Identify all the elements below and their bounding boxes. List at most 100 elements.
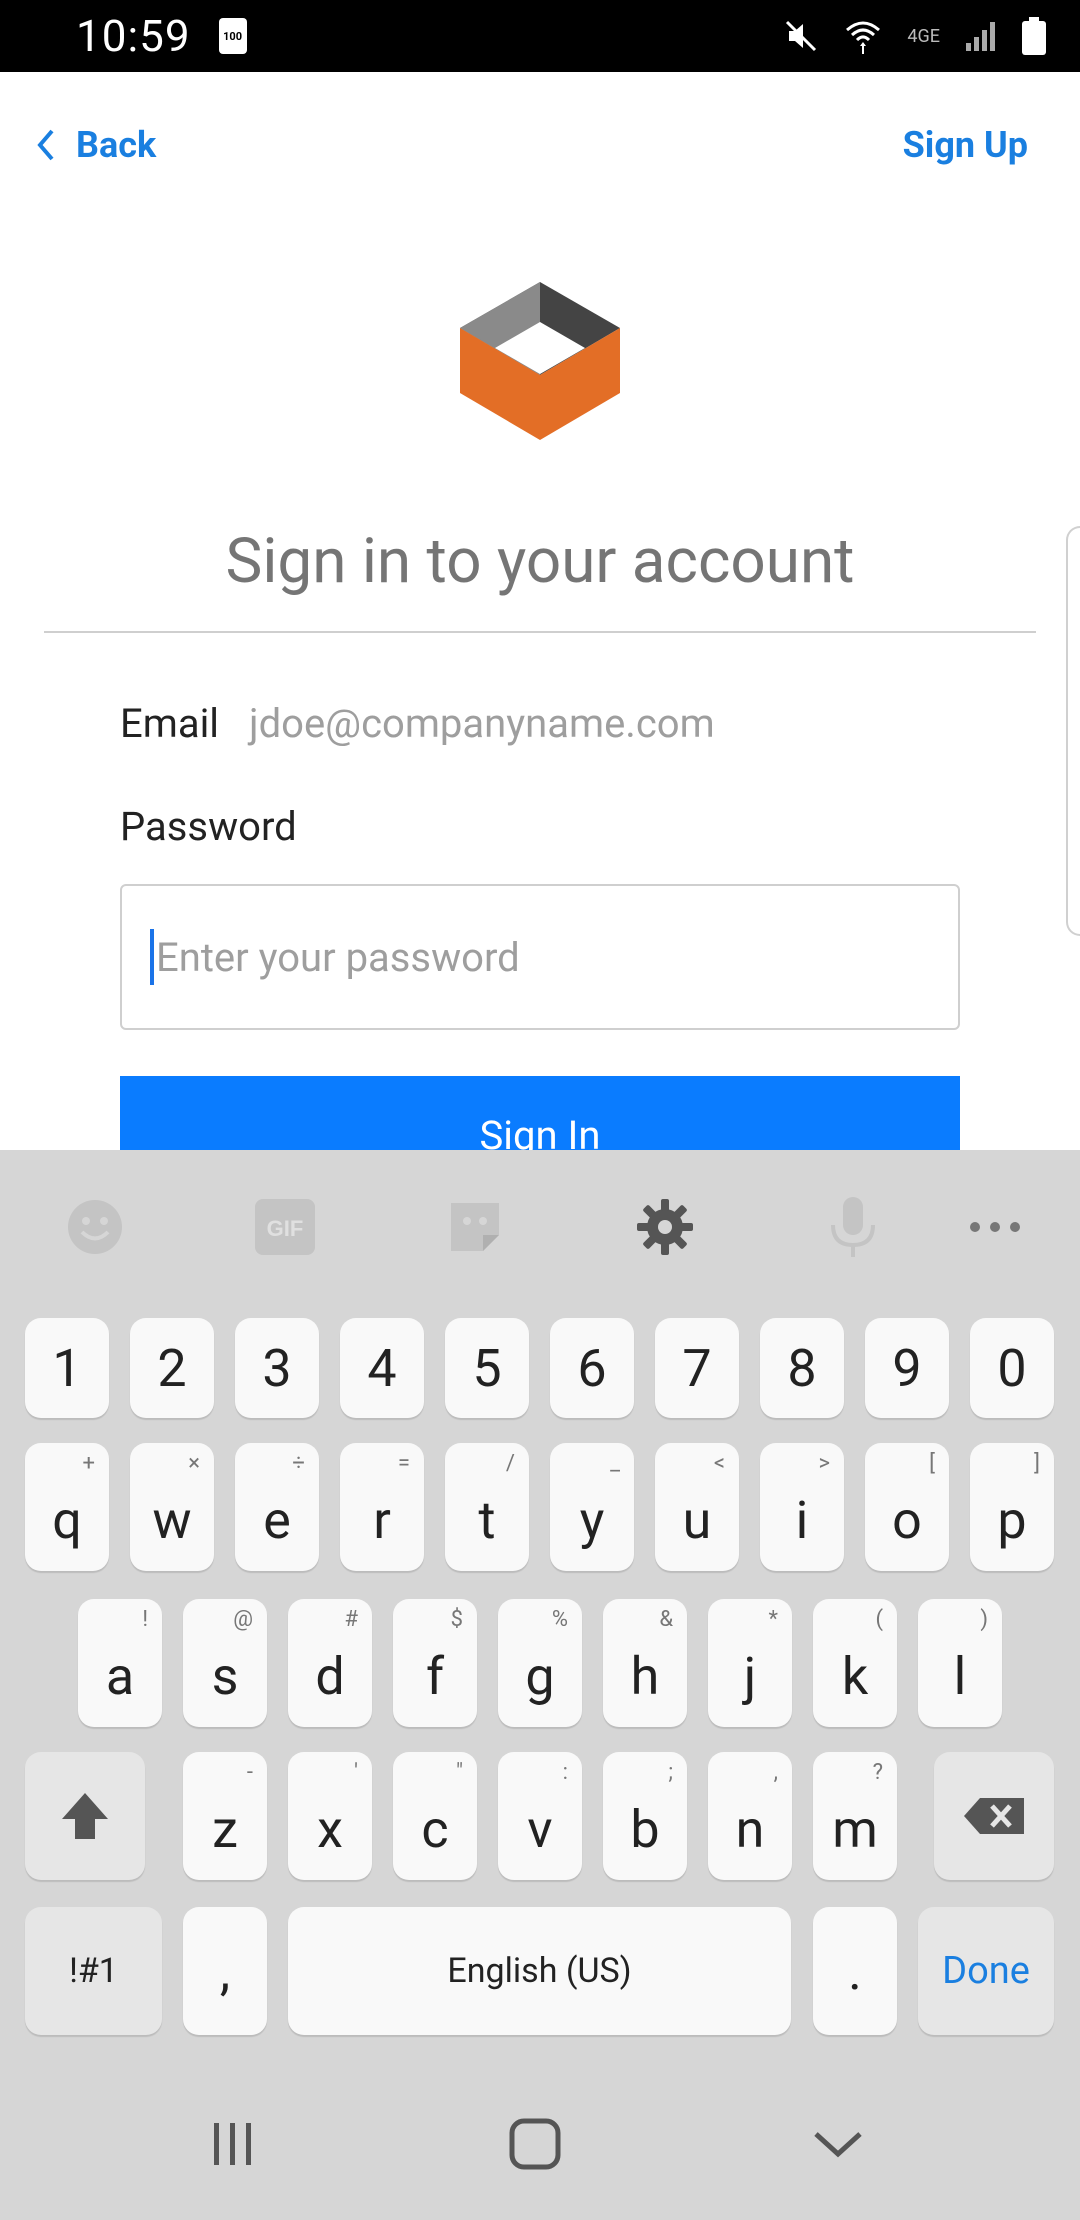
key-f[interactable]: f $	[393, 1599, 477, 1727]
key-5[interactable]: 5	[445, 1318, 529, 1418]
comma-key[interactable]: ,	[183, 1907, 267, 2035]
key-z[interactable]: z-	[183, 1752, 267, 1880]
sign-in-button[interactable]: Sign In	[120, 1076, 960, 1150]
key-v[interactable]: v:	[498, 1752, 582, 1880]
key-p[interactable]: p]	[970, 1443, 1054, 1571]
key-f-label: f	[425, 1646, 445, 1707]
key-s-alt-symbol: @	[233, 1607, 253, 1632]
key-o-alt-symbol: [	[929, 1451, 935, 1476]
key-j-alt-symbol: *	[768, 1607, 778, 1632]
period-key-label: .	[848, 1940, 862, 2002]
key-b[interactable]: b;	[603, 1752, 687, 1880]
key-r-label: r	[373, 1490, 391, 1551]
more-icon[interactable]	[960, 1192, 1030, 1262]
back-chevron-icon[interactable]	[803, 2114, 873, 2174]
key-9[interactable]: 9	[865, 1318, 949, 1418]
chevron-left-icon	[34, 127, 58, 163]
gear-icon[interactable]	[630, 1192, 700, 1262]
sign-up-link[interactable]: Sign Up	[903, 124, 1028, 166]
mute-icon	[783, 18, 819, 54]
key-u[interactable]: u <	[655, 1443, 739, 1571]
symbols-key[interactable]: !#1	[25, 1907, 162, 2035]
shift-key[interactable]	[25, 1752, 145, 1880]
status-bar: 10:59 100 4GE	[0, 0, 1080, 72]
space-key[interactable]: English (US)	[288, 1907, 791, 2035]
key-s-label: s	[211, 1646, 239, 1707]
key-m[interactable]: m?	[813, 1752, 897, 1880]
key-o[interactable]: o[	[865, 1443, 949, 1571]
key-q[interactable]: q +	[25, 1443, 109, 1571]
key-2-label: 2	[157, 1337, 187, 1399]
comma-key-label: ,	[219, 1940, 231, 2002]
password-input[interactable]: Enter your password	[120, 884, 960, 1030]
key-y-alt-symbol: _	[610, 1451, 620, 1476]
key-b-label: b	[630, 1799, 660, 1860]
key-d[interactable]: d #	[288, 1599, 372, 1727]
system-nav-bar	[0, 2070, 1080, 2220]
backspace-key[interactable]	[934, 1752, 1054, 1880]
key-6-label: 6	[577, 1337, 607, 1399]
key-u-alt-symbol: <	[713, 1451, 725, 1476]
password-label: Password	[120, 803, 297, 850]
mic-icon[interactable]	[818, 1192, 888, 1262]
key-t[interactable]: t /	[445, 1443, 529, 1571]
gif-icon[interactable]: GIF	[250, 1192, 320, 1262]
key-x[interactable]: x '	[288, 1752, 372, 1880]
key-i-alt-symbol: >	[818, 1451, 830, 1476]
home-icon[interactable]	[500, 2114, 570, 2174]
key-n[interactable]: n,	[708, 1752, 792, 1880]
key-c[interactable]: c "	[393, 1752, 477, 1880]
key-b-alt-symbol: ;	[668, 1760, 673, 1785]
text-cursor	[150, 929, 154, 985]
key-h-label: h	[630, 1646, 660, 1707]
sticker-icon[interactable]	[440, 1192, 510, 1262]
app-logo	[455, 280, 625, 440]
wifi-icon	[843, 16, 883, 56]
status-right: 4GE	[783, 16, 1046, 56]
key-1[interactable]: 1	[25, 1318, 109, 1418]
key-s[interactable]: s @	[183, 1599, 267, 1727]
key-g-label: g	[525, 1646, 555, 1707]
key-a[interactable]: a!	[78, 1599, 162, 1727]
edge-panel-handle[interactable]	[1066, 526, 1080, 936]
key-n-label: n	[735, 1799, 765, 1860]
key-8-label: 8	[787, 1337, 817, 1399]
shift-icon	[62, 1793, 108, 1839]
key-l[interactable]: l)	[918, 1599, 1002, 1727]
back-button[interactable]: Back	[34, 124, 156, 166]
key-i[interactable]: i >	[760, 1443, 844, 1571]
email-value[interactable]: jdoe@companyname.com	[249, 700, 715, 747]
key-n-alt-symbol: ,	[773, 1760, 778, 1785]
key-k-alt-symbol: (	[875, 1607, 883, 1632]
done-key[interactable]: Done	[918, 1907, 1054, 2035]
key-3[interactable]: 3	[235, 1318, 319, 1418]
key-x-label: x	[317, 1799, 343, 1860]
key-f-alt-symbol: $	[450, 1607, 463, 1632]
top-nav: Back Sign Up	[0, 72, 1080, 218]
key-8[interactable]: 8	[760, 1318, 844, 1418]
key-e[interactable]: e ÷	[235, 1443, 319, 1571]
key-7[interactable]: 7	[655, 1318, 739, 1418]
key-p-alt-symbol: ]	[1034, 1451, 1040, 1476]
sign-in-label: Sign In	[479, 1112, 601, 1150]
title-divider	[44, 631, 1036, 633]
key-4[interactable]: 4	[340, 1318, 424, 1418]
key-d-label: d	[315, 1646, 345, 1707]
key-a-alt-symbol: !	[142, 1607, 148, 1632]
key-y[interactable]: y _	[550, 1443, 634, 1571]
key-h[interactable]: h &	[603, 1599, 687, 1727]
key-r[interactable]: r =	[340, 1443, 424, 1571]
space-key-label: English (US)	[447, 1951, 632, 1991]
key-0[interactable]: 0	[970, 1318, 1054, 1418]
keyboard: GIF 1 2 3 4 5 6 7 8 9 0 q + w × e ÷ r = …	[0, 1150, 1080, 2070]
recents-icon[interactable]	[198, 2114, 268, 2174]
period-key[interactable]: .	[813, 1907, 897, 2035]
key-k[interactable]: k(	[813, 1599, 897, 1727]
key-g[interactable]: g%	[498, 1599, 582, 1727]
key-2[interactable]: 2	[130, 1318, 214, 1418]
key-j[interactable]: j *	[708, 1599, 792, 1727]
key-6[interactable]: 6	[550, 1318, 634, 1418]
key-w[interactable]: w ×	[130, 1443, 214, 1571]
key-z-alt-symbol: -	[246, 1760, 253, 1785]
emoji-icon[interactable]	[60, 1192, 130, 1262]
